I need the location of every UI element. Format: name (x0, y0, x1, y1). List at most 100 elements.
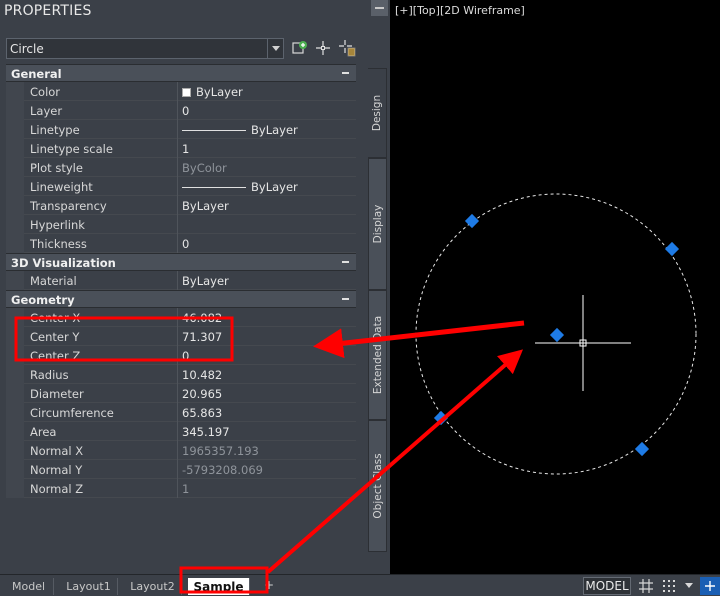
property-value-text: 1 (182, 482, 190, 496)
property-value-text: 345.197 (182, 425, 230, 439)
row-gutter (6, 120, 24, 139)
row-gutter (6, 196, 24, 215)
crosshair-cursor (535, 295, 631, 391)
row-gutter (6, 234, 24, 253)
property-value-cell[interactable]: 71.307 (177, 327, 356, 346)
property-value-cell[interactable]: ByLayer (177, 196, 356, 215)
property-value-cell[interactable]: 1 (177, 479, 356, 498)
property-row[interactable]: Layer 0 (6, 101, 356, 120)
line-preview-icon (182, 187, 246, 188)
section-geometry[interactable]: Geometry (6, 290, 356, 308)
property-row[interactable]: Normal Z 1 (6, 479, 356, 498)
property-value-text: 0 (182, 104, 190, 118)
property-value-text: 20.965 (182, 387, 223, 401)
property-value-cell[interactable]: 1965357.193 (177, 441, 356, 460)
property-value-cell[interactable]: ByLayer (177, 271, 356, 290)
property-value-cell[interactable] (177, 215, 356, 234)
property-value-cell[interactable]: ByLayer (177, 177, 356, 196)
grip-point (464, 213, 480, 229)
property-row[interactable]: Thickness 0 (6, 234, 356, 253)
property-row[interactable]: Linetype ByLayer (6, 120, 356, 139)
property-row[interactable]: Center X 46.082 (6, 308, 356, 327)
property-row[interactable]: Material ByLayer (6, 271, 356, 290)
property-value-cell[interactable]: 46.082 (177, 308, 356, 327)
tab-layout2[interactable]: Layout2 (124, 578, 182, 595)
property-row[interactable]: Center Y 71.307 (6, 327, 356, 346)
select-objects-button[interactable] (314, 39, 332, 57)
pickadd-icon (292, 41, 307, 54)
property-row[interactable]: Area 345.197 (6, 422, 356, 441)
property-value: 0 (182, 237, 189, 251)
section-3d-visualization[interactable]: 3D Visualization (6, 253, 356, 271)
property-value-cell[interactable]: 0 (177, 346, 356, 365)
tab-design[interactable]: Design (368, 68, 387, 158)
grid-display-button[interactable] (637, 577, 655, 595)
object-type-dropdown[interactable]: Circle (6, 38, 284, 59)
property-value-cell[interactable]: 65.863 (177, 403, 356, 422)
property-row[interactable]: Diameter 20.965 (6, 384, 356, 403)
property-grid: General Color ByLayer Layer 0 Linetype ByLayer… (6, 64, 356, 498)
row-gutter (6, 441, 24, 460)
property-label: Center Z (30, 349, 81, 363)
row-gutter (6, 403, 24, 422)
property-value-text: ByColor (182, 161, 227, 175)
property-row[interactable]: Hyperlink (6, 215, 356, 234)
row-gutter (6, 460, 24, 479)
quick-select-button[interactable] (338, 39, 356, 57)
tab-model[interactable]: Model (4, 578, 54, 595)
add-layout-button[interactable]: + (264, 578, 274, 592)
snap-mode-button[interactable] (660, 577, 678, 595)
tab-sample[interactable]: Sample (188, 578, 250, 595)
palette-title: PROPERTIES (4, 3, 92, 19)
property-row[interactable]: Lineweight ByLayer (6, 177, 356, 196)
property-row[interactable]: Normal Y -5793208.069 (6, 460, 356, 479)
chevron-down-icon[interactable] (267, 39, 283, 58)
drawing-canvas[interactable] (390, 0, 720, 574)
property-row[interactable]: Transparency ByLayer (6, 196, 356, 215)
property-value-cell[interactable]: 10.482 (177, 365, 356, 384)
property-row[interactable]: Normal X 1965357.193 (6, 441, 356, 460)
tab-object-class[interactable]: Object Class (368, 420, 387, 552)
tab-extended-data[interactable]: Extended Data (368, 290, 387, 420)
property-value: 345.197 (182, 425, 230, 439)
palette-collapse-button[interactable] (371, 0, 388, 16)
property-label: Linetype scale (30, 142, 113, 156)
property-value: 0 (182, 349, 189, 363)
property-value: 20.965 (182, 387, 222, 401)
drawing-viewport[interactable]: [+][Top][2D Wireframe] (390, 0, 720, 574)
property-value: 0 (182, 104, 189, 118)
property-value-cell[interactable]: ByColor (177, 158, 356, 177)
property-value-cell[interactable]: ByLayer (177, 82, 356, 101)
property-label: Circumference (30, 406, 114, 420)
property-value-cell[interactable]: 1 (177, 139, 356, 158)
collapse-icon[interactable] (334, 291, 356, 307)
property-row[interactable]: Plot style ByColor (6, 158, 356, 177)
property-value-cell[interactable]: -5793208.069 (177, 460, 356, 479)
property-row[interactable]: Center Z 0 (6, 346, 356, 365)
property-row[interactable]: Radius 10.482 (6, 365, 356, 384)
crosshair-icon (316, 41, 330, 55)
property-value-cell[interactable]: 0 (177, 234, 356, 253)
model-space-button[interactable]: MODEL (583, 577, 631, 595)
section-general[interactable]: General (6, 64, 356, 82)
collapse-icon[interactable] (334, 65, 356, 81)
toggle-pickadd-button[interactable] (291, 39, 309, 57)
snap-menu-chevron-icon[interactable] (682, 577, 696, 595)
properties-palette: PROPERTIES Circle General Color ByLayer … (0, 0, 390, 574)
property-value-text: ByLayer (182, 199, 229, 213)
property-row[interactable]: Circumference 65.863 (6, 403, 356, 422)
quick-select-icon (339, 40, 356, 57)
row-gutter (6, 215, 24, 234)
tab-layout1[interactable]: Layout1 (60, 578, 118, 595)
property-value-cell[interactable]: ByLayer (177, 120, 356, 139)
property-value-cell[interactable]: 345.197 (177, 422, 356, 441)
property-value-cell[interactable]: 20.965 (177, 384, 356, 403)
collapse-icon[interactable] (334, 254, 356, 270)
tab-display[interactable]: Display (368, 158, 387, 290)
ortho-mode-button[interactable] (700, 577, 720, 595)
property-value: ByColor (182, 161, 227, 175)
property-label: Layer (30, 104, 63, 118)
property-value-cell[interactable]: 0 (177, 101, 356, 120)
property-row[interactable]: Linetype scale 1 (6, 139, 356, 158)
property-row[interactable]: Color ByLayer (6, 82, 356, 101)
